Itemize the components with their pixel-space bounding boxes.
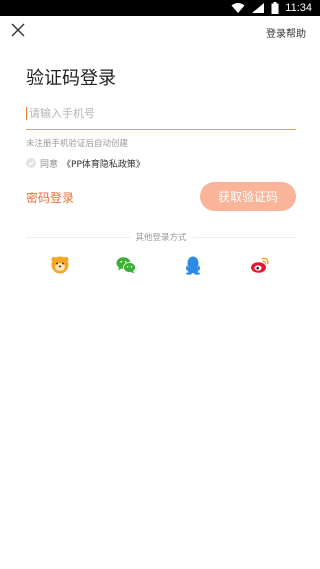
get-code-button[interactable]: 获取验证码 bbox=[200, 182, 296, 211]
agree-checkbox[interactable] bbox=[26, 158, 36, 168]
close-button[interactable] bbox=[10, 22, 26, 38]
phone-field[interactable] bbox=[26, 98, 296, 130]
weibo-login-button[interactable] bbox=[249, 254, 271, 276]
status-time: 11:34 bbox=[285, 2, 312, 14]
agree-prefix: 同意 bbox=[40, 159, 59, 170]
divider-line-left bbox=[26, 236, 130, 238]
other-login-divider: 其他登录方式 bbox=[26, 231, 297, 243]
close-icon bbox=[11, 23, 25, 37]
wechat-icon bbox=[116, 257, 136, 274]
qq-icon bbox=[185, 256, 201, 275]
battery-icon bbox=[271, 2, 279, 14]
wifi-icon bbox=[231, 3, 245, 13]
qq-login-button[interactable] bbox=[182, 254, 204, 276]
auto-create-hint: 未注册手机验证后自动创建 bbox=[26, 139, 129, 149]
other-login-label: 其他登录方式 bbox=[135, 233, 187, 243]
status-bar: 11:34 bbox=[0, 0, 320, 16]
status-icons: 11:34 bbox=[231, 0, 312, 16]
phone-input[interactable] bbox=[29, 107, 269, 120]
check-icon bbox=[28, 160, 34, 166]
agreement-row: 同意 《PP体育隐私政策》 bbox=[26, 157, 145, 170]
suning-login-button[interactable] bbox=[49, 254, 71, 276]
divider-line-right bbox=[192, 236, 297, 238]
wechat-login-button[interactable] bbox=[115, 254, 137, 276]
text-cursor bbox=[26, 107, 27, 120]
signal-icon bbox=[252, 3, 265, 13]
privacy-policy-link[interactable]: 《PP体育隐私政策》 bbox=[62, 157, 145, 170]
page-title: 验证码登录 bbox=[26, 68, 116, 89]
suning-icon bbox=[51, 256, 69, 274]
weibo-icon bbox=[251, 257, 269, 273]
password-login-link[interactable]: 密码登录 bbox=[26, 189, 74, 206]
login-help-link[interactable]: 登录帮助 bbox=[266, 25, 306, 40]
